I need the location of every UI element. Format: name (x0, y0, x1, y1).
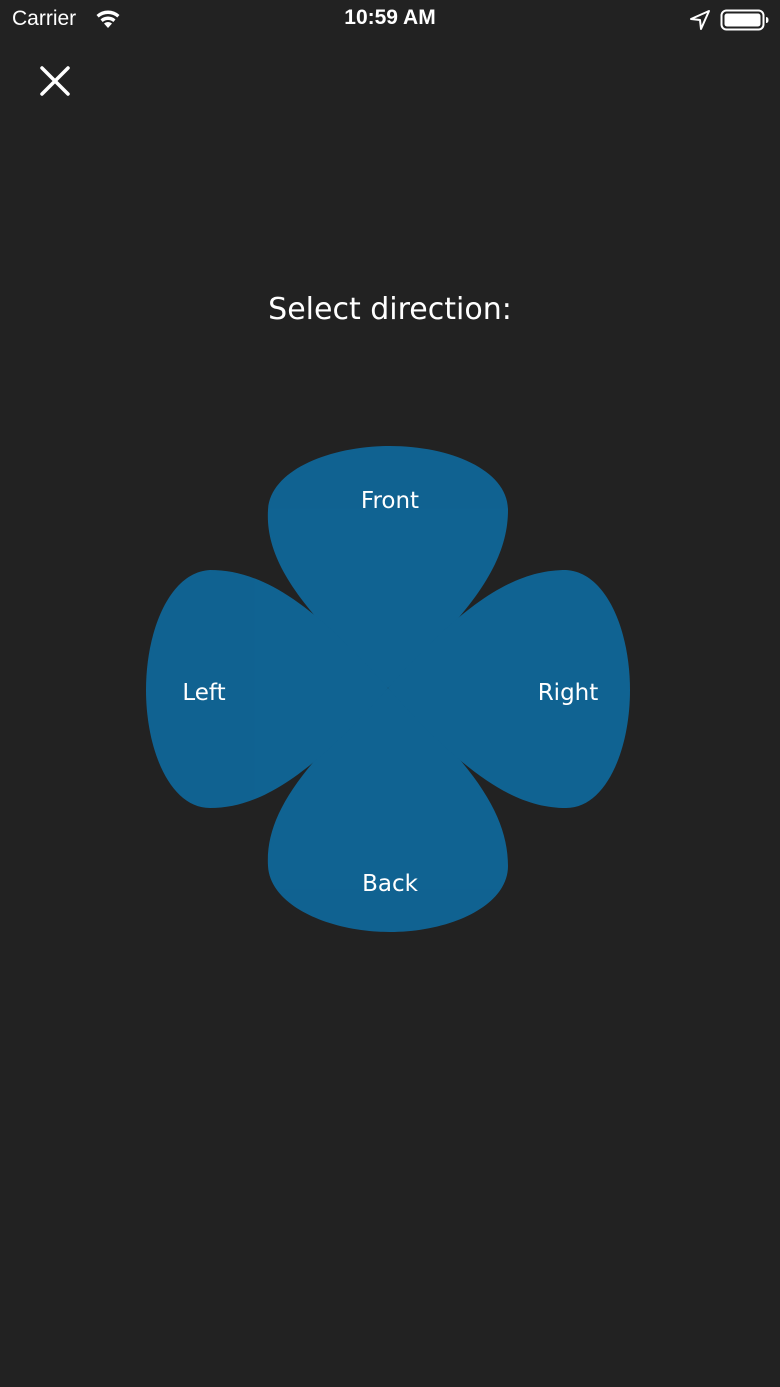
direction-select-screen: Carrier 10:59 AM Select direction: Front… (0, 0, 780, 1387)
direction-pad (146, 446, 630, 932)
